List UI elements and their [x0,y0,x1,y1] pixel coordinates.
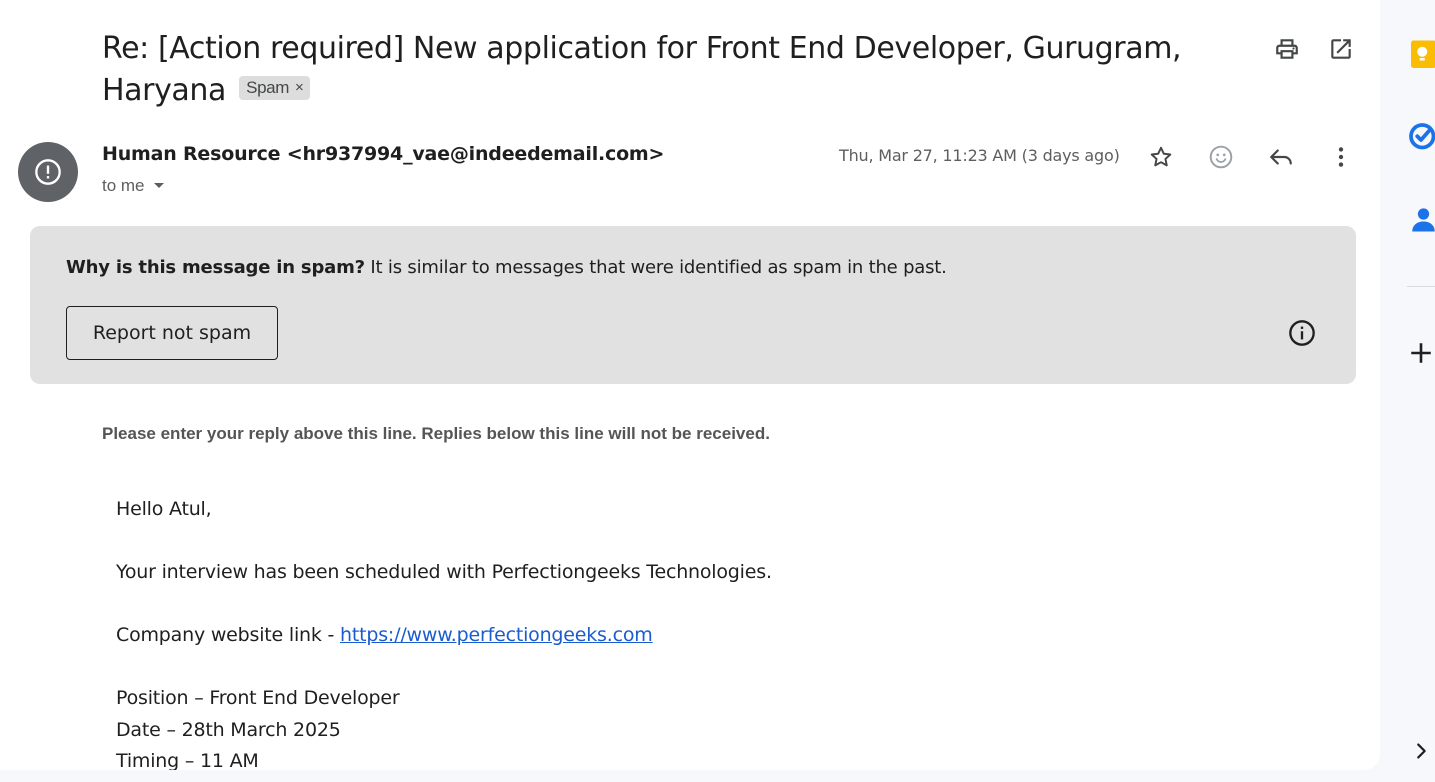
add-icon[interactable] [1404,336,1435,370]
spam-label-text: Spam [246,77,289,97]
rail-divider [1407,286,1435,287]
spam-explanation-title: Why is this message in spam? [66,257,365,278]
company-website-link[interactable]: https://www.perfectiongeeks.com [340,624,653,646]
spam-label-chip[interactable]: Spam × [239,75,311,100]
chevron-right-icon[interactable] [1404,734,1435,768]
spam-explanation: Why is this message in spam? It is simil… [66,257,947,278]
open-in-new-window-icon[interactable] [1326,34,1356,64]
reply-above-line-notice: Please enter your reply above this line.… [102,424,770,443]
spam-warning-banner: Why is this message in spam? It is simil… [30,226,1356,384]
recipient-text: to me [102,176,145,195]
body-timing: Timing – 11 AM [116,750,259,770]
remove-label-icon[interactable]: × [295,76,304,100]
body-greeting: Hello Atul, [116,498,212,520]
more-vertical-icon[interactable] [1326,142,1356,172]
tasks-icon[interactable] [1404,118,1435,152]
body-position: Position – Front End Developer [116,687,400,709]
emoji-reaction-icon[interactable] [1206,142,1236,172]
email-view: Re: [Action required] New application fo… [0,0,1380,770]
info-icon[interactable] [1286,317,1318,349]
body-paragraph: Your interview has been scheduled with P… [116,561,772,583]
spam-explanation-reason: It is similar to messages that were iden… [364,257,947,278]
recipient-details-toggle[interactable]: to me [102,176,165,196]
spam-warning-icon [35,159,61,185]
email-subject: Re: [Action required] New application fo… [102,28,1212,112]
keep-icon[interactable] [1404,36,1435,70]
print-icon[interactable] [1272,34,1302,64]
sender-name-email[interactable]: Human Resource <hr937994_vae@indeedemail… [102,143,664,165]
email-date: Thu, Mar 27, 11:23 AM (3 days ago) [839,146,1120,165]
chevron-down-icon [153,183,164,188]
star-icon[interactable] [1146,142,1176,172]
contacts-icon[interactable] [1404,202,1435,236]
body-website-line: Company website link - https://www.perfe… [116,624,653,646]
report-not-spam-button[interactable]: Report not spam [66,306,278,360]
body-date: Date – 28th March 2025 [116,719,341,741]
reply-icon[interactable] [1266,142,1296,172]
sender-avatar[interactable] [18,142,78,202]
website-prefix: Company website link - [116,624,341,646]
